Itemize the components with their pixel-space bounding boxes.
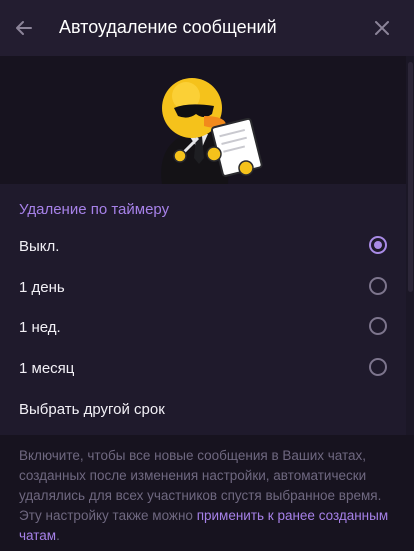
auto-delete-dialog: Автоудаление сообщений Удаление по тайме… bbox=[0, 0, 414, 551]
option-label: 1 день bbox=[19, 279, 65, 296]
option-label: 1 месяц bbox=[19, 360, 75, 377]
option-off[interactable]: Выкл. bbox=[0, 227, 406, 267]
duck-agent-sticker-icon bbox=[161, 78, 263, 184]
close-button[interactable] bbox=[368, 14, 396, 42]
choose-custom-period[interactable]: Выбрать другой срок bbox=[0, 390, 406, 430]
dialog-header: Автоудаление сообщений bbox=[0, 0, 414, 56]
option-1-week[interactable]: 1 нед. bbox=[0, 308, 406, 348]
scrollbar-thumb[interactable] bbox=[408, 62, 413, 292]
sticker-area bbox=[0, 56, 414, 184]
footer-description: Включите, чтобы все новые сообщения в Ва… bbox=[0, 435, 414, 551]
radio-button[interactable] bbox=[369, 358, 387, 376]
close-icon bbox=[375, 21, 389, 35]
option-label: Выкл. bbox=[19, 238, 60, 255]
footer-trailing: . bbox=[56, 528, 60, 543]
option-label: 1 нед. bbox=[19, 319, 61, 336]
footer-text: Включите, чтобы все новые сообщения в Ва… bbox=[19, 446, 391, 546]
radio-button[interactable] bbox=[369, 317, 387, 335]
arrow-left-icon bbox=[16, 21, 32, 35]
radio-button-checked[interactable] bbox=[369, 236, 387, 254]
option-1-month[interactable]: 1 месяц bbox=[0, 349, 406, 389]
option-1-day[interactable]: 1 день bbox=[0, 268, 406, 308]
custom-period-label: Выбрать другой срок bbox=[19, 401, 165, 418]
section-title: Удаление по таймеру bbox=[19, 201, 170, 218]
dialog-title: Автоудаление сообщений bbox=[59, 17, 277, 37]
back-button[interactable] bbox=[10, 14, 38, 42]
radio-button[interactable] bbox=[369, 277, 387, 295]
